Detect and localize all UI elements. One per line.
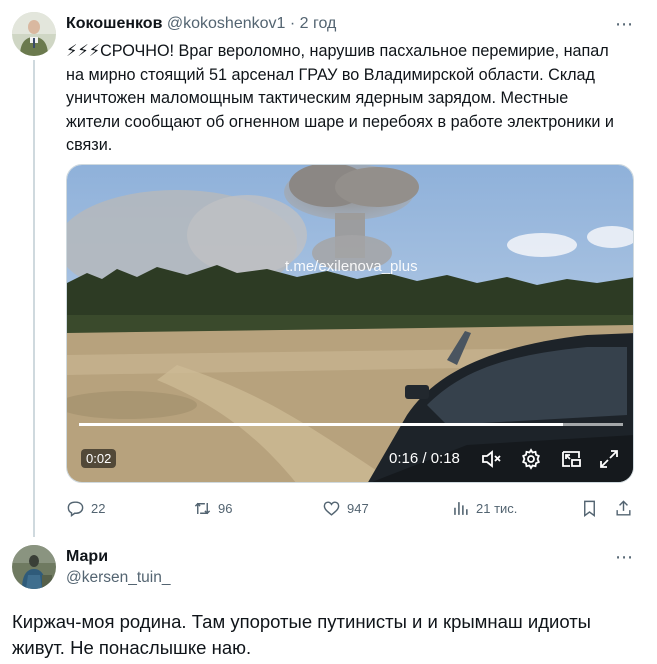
like-count: 947 [347,500,369,516]
video-frame [67,165,633,482]
tweet-main[interactable]: Кокошенков @kokoshenkov1 · 2 год ⋯ ⚡⚡⚡СР… [0,0,657,537]
video-player[interactable]: t.me/exilenova_plus 0:02 0:16 / 0:18 [66,164,634,483]
video-progress[interactable] [79,423,623,426]
pip-icon[interactable] [559,447,583,471]
time-display: 0:16 / 0:18 [389,450,460,467]
video-progress-fill [79,423,564,426]
more-icon[interactable]: ⋯ [614,547,634,567]
bookmark-button[interactable] [580,496,599,520]
reply-count: 22 [91,500,106,516]
author-name[interactable]: Мари [66,548,108,565]
avatar[interactable] [12,545,56,589]
views-button[interactable]: 21 тис. [451,496,517,520]
share-button[interactable] [614,496,633,520]
video-watermark: t.me/exilenova_plus [285,258,418,275]
fullscreen-icon[interactable] [597,447,621,471]
timestamp[interactable]: 2 год [300,15,337,32]
tweet-actions: 22 96 947 21 тис. [66,496,636,522]
repost-count: 96 [218,500,233,516]
author-handle[interactable]: @kokoshenkov1 [167,15,286,32]
settings-icon[interactable] [519,447,543,471]
like-button[interactable]: 947 [322,496,369,520]
bookmark-icon [584,500,595,517]
tweet-header: Кокошенков @kokoshenkov1 · 2 год [66,14,336,34]
author-handle[interactable]: @kersen_tuin_ [66,569,171,587]
separator: · [285,15,300,32]
reply-button[interactable]: 22 [66,496,105,520]
more-icon[interactable]: ⋯ [614,14,634,34]
share-icon [616,499,631,516]
mute-icon[interactable] [479,447,503,471]
elapsed-badge: 0:02 [81,449,117,468]
reply-icon [67,500,84,517]
views-count: 21 тис. [476,500,518,516]
views-icon [454,501,468,515]
thread-line [33,60,35,537]
tweet-text: ⚡⚡⚡СРОЧНО! Враг вероломно, нарушив пасха… [66,42,619,155]
reply-text: Киржач-моя родина. Там упоротые путинист… [12,611,591,658]
author-name[interactable]: Кокошенков [66,15,162,32]
repost-icon [194,502,211,514]
reply-header: Мари [66,547,108,567]
tweet-reply[interactable]: Мари @kersen_tuin_ ⋯ Киржач-моя родина. … [0,537,657,664]
like-icon [323,500,340,516]
avatar[interactable] [12,12,56,56]
repost-button[interactable]: 96 [193,496,232,520]
